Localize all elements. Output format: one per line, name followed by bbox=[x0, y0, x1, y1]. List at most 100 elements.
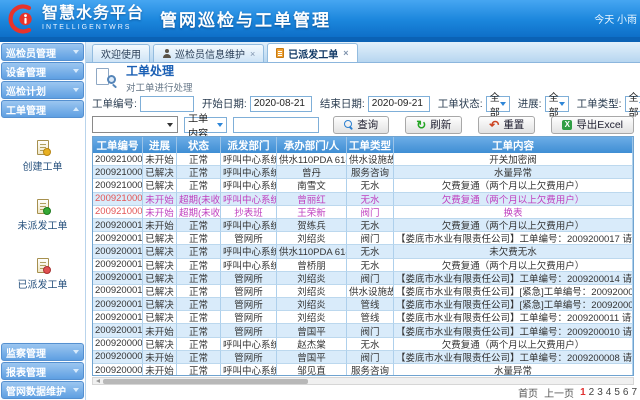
pagination-page-5[interactable]: 5 bbox=[614, 387, 620, 398]
table-row[interactable]: 2009210002未开始超期(未收到)呼叫中心系统曾丽红无水欠费复通（两个月以… bbox=[93, 193, 633, 206]
pagination-prev[interactable]: 上一页 bbox=[544, 385, 574, 400]
sidebar-group-工单管理[interactable]: 工单管理 bbox=[1, 100, 84, 118]
sidebar-item-未派发工单[interactable]: 未派发工单 bbox=[18, 199, 68, 232]
pagination-page-2[interactable]: 2 bbox=[589, 387, 595, 398]
pagination-page-7[interactable]: 7 bbox=[631, 387, 637, 398]
scrollbar-thumb[interactable] bbox=[103, 379, 308, 384]
cell-content: 【娄底市水业有限责任公司】[紧急]工单编号：2009200012 请于2020年… bbox=[394, 298, 633, 311]
cell-content: 欠费复通（两个月以上欠费用户） bbox=[394, 338, 633, 351]
cell-dispatch: 呼叫中心系统 bbox=[221, 219, 277, 232]
sidebar-group-监察管理[interactable]: 监察管理 bbox=[1, 343, 84, 361]
cell-assignee: 刘绍炎 bbox=[277, 272, 347, 285]
table-row[interactable]: 2009200014已解决正常管网所刘绍炎阀门【娄底市水业有限责任公司】工单编号… bbox=[93, 272, 633, 285]
cell-status: 正常 bbox=[177, 259, 221, 272]
cell-type: 无水 bbox=[347, 193, 394, 206]
cell-status: 正常 bbox=[177, 272, 221, 285]
cell-content: 换表 bbox=[394, 206, 633, 219]
start-date-input[interactable] bbox=[250, 96, 312, 112]
progress-select[interactable]: 全部 bbox=[545, 96, 569, 112]
cell-type: 阀门 bbox=[347, 206, 394, 219]
sidebar-group-巡检计划[interactable]: 巡检计划 bbox=[1, 81, 84, 99]
pagination-page-3[interactable]: 3 bbox=[597, 387, 603, 398]
cell-progress: 已解决 bbox=[143, 298, 177, 311]
pagination-pages: 1234567 bbox=[580, 387, 637, 398]
horizontal-scrollbar[interactable] bbox=[92, 377, 634, 385]
cell-type: 无水 bbox=[347, 259, 394, 272]
sidebar-group-设备管理[interactable]: 设备管理 bbox=[1, 62, 84, 80]
order-no-input[interactable] bbox=[140, 96, 194, 112]
cell-content: 欠费复通（两个月以上欠费用户） bbox=[394, 179, 633, 192]
cell-assignee: 刘绍炎 bbox=[277, 232, 347, 245]
column-header: 承办部门/人 bbox=[277, 137, 347, 153]
keyword-input[interactable] bbox=[233, 117, 319, 133]
cell-content: 【娄底市水业有限责任公司】工单编号：2009200017 请于2020年9月20… bbox=[394, 232, 633, 245]
close-icon[interactable]: × bbox=[343, 48, 348, 58]
pagination: 首页 上一页 1234567 bbox=[86, 385, 640, 400]
sidebar-item-label: 未派发工单 bbox=[18, 217, 68, 232]
cell-id: 2009200013 bbox=[93, 285, 143, 298]
tab-label: 巡检员信息维护 bbox=[175, 46, 245, 61]
table-row[interactable]: 2009200015已解决正常呼叫中心系统曾桥朋无水欠费复通（两个月以上欠费用户… bbox=[93, 259, 633, 272]
pagination-page-6[interactable]: 6 bbox=[623, 387, 629, 398]
type-select[interactable]: 全部 bbox=[625, 96, 640, 112]
end-date-input[interactable] bbox=[368, 96, 430, 112]
table-row[interactable]: 2009200013已解决正常管网所刘绍炎供水设施故障【娄底市水业有限责任公司】… bbox=[93, 285, 633, 298]
column-header: 进展 bbox=[143, 137, 177, 153]
page-title: 管网巡检与工单管理 bbox=[160, 6, 331, 31]
tab-欢迎使用[interactable]: 欢迎使用 bbox=[92, 44, 150, 62]
cell-status: 超期(未收到) bbox=[177, 206, 221, 219]
order-no-label: 工单编号: bbox=[92, 96, 137, 111]
dispatched-doc-icon bbox=[37, 258, 49, 273]
sidebar-group-label: 巡检员管理 bbox=[6, 45, 56, 60]
sidebar-group-管网数据维护[interactable]: 管网数据维护 bbox=[1, 381, 84, 399]
table-row[interactable]: 2009200010未开始正常管网所曾国平阀门【娄底市水业有限责任公司】工单编号… bbox=[93, 324, 633, 337]
table-row[interactable]: 2009200017已解决正常管网所刘绍炎阀门【娄底市水业有限责任公司】工单编号… bbox=[93, 232, 633, 245]
table-row[interactable]: 2009210004已解决正常呼叫中心系统曾丹服务咨询水量异常 bbox=[93, 166, 633, 179]
content-field-value: 工单内容 bbox=[188, 110, 217, 140]
table-row[interactable]: 2009210005未开始正常呼叫中心系统供水110PDA 61870供水设施故… bbox=[93, 153, 633, 166]
logo: 智慧水务平台 INTELLIGENTWRS bbox=[8, 4, 144, 34]
column-header: 派发部门 bbox=[221, 137, 277, 153]
table-row[interactable]: 2009210001未开始超期(未收到)抄表班王荣新阀门换表 bbox=[93, 206, 633, 219]
table-row[interactable]: 2009200016已解决正常呼叫中心系统供水110PDA 61870无水未欠费… bbox=[93, 245, 633, 258]
sidebar-group-报表管理[interactable]: 报表管理 bbox=[1, 362, 84, 380]
cell-assignee: 刘绍炎 bbox=[277, 298, 347, 311]
cell-id: 2009200008 bbox=[93, 351, 143, 364]
work-order-table: 工单编号进展状态派发部门承办部门/人工单类型工单内容 2009210005未开始… bbox=[92, 136, 634, 376]
cell-assignee: 刘绍炎 bbox=[277, 285, 347, 298]
sidebar-item-已派发工单[interactable]: 已派发工单 bbox=[18, 258, 68, 291]
table-row[interactable]: 2009200008未开始正常管网所曾国平阀门【娄底市水业有限责任公司】工单编号… bbox=[93, 351, 633, 364]
sidebar-submenu: 创建工单未派发工单已派发工单 bbox=[0, 118, 85, 342]
cell-assignee: 供水110PDA 61870 bbox=[277, 245, 347, 258]
table-row[interactable]: 2009200011已解决正常管网所刘绍炎管线【娄底市水业有限责任公司】工单编号… bbox=[93, 311, 633, 324]
export-excel-button[interactable]: X 导出Excel bbox=[551, 116, 634, 134]
field-select[interactable] bbox=[92, 116, 178, 133]
table-row[interactable]: 2009200009已解决正常呼叫中心系统赵杰棠无水欠费复通（两个月以上欠费用户… bbox=[93, 338, 633, 351]
chevron-down-icon bbox=[167, 123, 173, 127]
table-row[interactable]: 2009200006未开始正常呼叫中心系统邹见直服务咨询水量异常 bbox=[93, 364, 633, 376]
table-row[interactable]: 2009210003已解决正常呼叫中心系统南雪文无水欠费复通（两个月以上欠费用户… bbox=[93, 179, 633, 192]
sidebar-item-创建工单[interactable]: 创建工单 bbox=[23, 140, 63, 173]
cell-progress: 已解决 bbox=[143, 232, 177, 245]
pagination-first[interactable]: 首页 bbox=[518, 385, 538, 400]
search-button[interactable]: 查询 bbox=[333, 116, 389, 134]
tab-巡检员信息维护[interactable]: 巡检员信息维护 × bbox=[153, 44, 264, 62]
refresh-button[interactable]: ↻ 刷新 bbox=[405, 116, 462, 134]
chevron-icon bbox=[73, 369, 79, 373]
pagination-page-4[interactable]: 4 bbox=[606, 387, 612, 398]
close-icon[interactable]: × bbox=[250, 49, 255, 59]
cell-dispatch: 呼叫中心系统 bbox=[221, 153, 277, 166]
table-row[interactable]: 2009200018未开始正常呼叫中心系统贺练兵无水欠费复通（两个月以上欠费用户… bbox=[93, 219, 633, 232]
scroll-left-icon[interactable] bbox=[94, 379, 100, 383]
table-row[interactable]: 2009200012已解决正常管网所刘绍炎管线【娄底市水业有限责任公司】[紧急]… bbox=[93, 298, 633, 311]
cell-assignee: 邹见直 bbox=[277, 364, 347, 376]
progress-label: 进展: bbox=[518, 96, 542, 111]
tab-已派发工单[interactable]: 已派发工单× bbox=[267, 43, 357, 62]
content-field-select[interactable]: 工单内容 bbox=[184, 117, 227, 133]
filter-panel: 工单编号: 开始日期: 结束日期: 工单状态: 全部 进展: 全部 bbox=[86, 93, 640, 135]
status-select[interactable]: 全部 bbox=[486, 96, 510, 112]
pagination-page-1[interactable]: 1 bbox=[580, 387, 586, 398]
sidebar-group-巡检员管理[interactable]: 巡检员管理 bbox=[1, 43, 84, 61]
table-body: 2009210005未开始正常呼叫中心系统供水110PDA 61870供水设施故… bbox=[93, 153, 633, 376]
reset-button[interactable]: ↶ 重置 bbox=[478, 116, 535, 134]
